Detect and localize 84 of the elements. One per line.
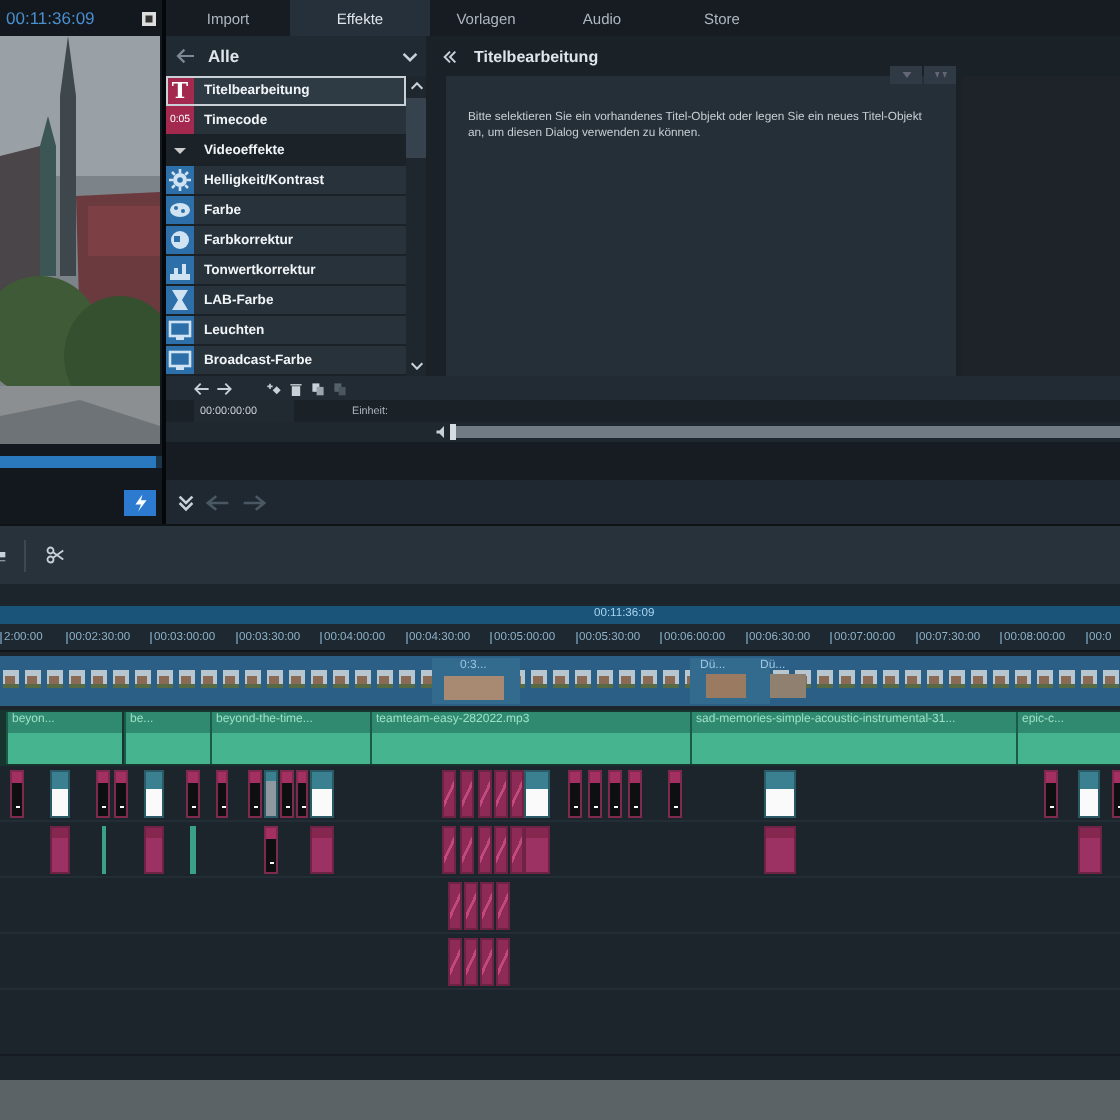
title-clip[interactable] <box>588 770 602 818</box>
image-clip[interactable] <box>764 770 796 818</box>
title-clip[interactable] <box>1044 770 1058 818</box>
trash-icon[interactable] <box>288 381 304 395</box>
cloud-icon <box>166 196 194 224</box>
triangle-icon <box>901 72 911 78</box>
effect-clip[interactable] <box>494 826 508 874</box>
preview-timecode: 00:11:36:09 <box>6 8 95 28</box>
effect-clip[interactable] <box>496 938 510 986</box>
add-keyframe-icon[interactable] <box>266 381 282 395</box>
histogram-icon <box>166 256 194 284</box>
marker-clip[interactable] <box>102 826 106 874</box>
effect-clip[interactable] <box>478 826 492 874</box>
color-clip[interactable] <box>144 826 164 874</box>
title-clip[interactable] <box>668 770 682 818</box>
photo-clip[interactable] <box>264 770 278 818</box>
title-icon: T <box>166 76 194 104</box>
effect-clip[interactable] <box>478 770 492 818</box>
title-clip[interactable] <box>248 770 262 818</box>
effect-clip[interactable] <box>442 826 456 874</box>
lightning-button[interactable] <box>124 490 156 516</box>
effect-clip[interactable] <box>464 938 478 986</box>
small-button[interactable] <box>924 66 956 84</box>
title-clip[interactable] <box>608 770 622 818</box>
scrollbar[interactable] <box>406 76 426 376</box>
effect-clip[interactable] <box>442 770 456 818</box>
back-arrow-icon[interactable] <box>176 48 196 64</box>
title-clip[interactable] <box>216 770 228 818</box>
expand-down-icon[interactable] <box>178 493 194 511</box>
color-clip[interactable] <box>50 826 70 874</box>
collapse-icon[interactable] <box>442 49 458 63</box>
title-clip[interactable] <box>296 770 308 818</box>
title-clip[interactable] <box>280 770 294 818</box>
slider-thumb[interactable] <box>450 424 456 440</box>
color-clip[interactable] <box>1078 826 1102 874</box>
color-clip[interactable] <box>764 826 796 874</box>
color-clip[interactable] <box>310 826 334 874</box>
monitor-icon <box>166 316 194 344</box>
title-clip[interactable] <box>568 770 582 818</box>
image-clip[interactable] <box>310 770 334 818</box>
scroll-thumb[interactable] <box>406 98 426 158</box>
scissors-icon[interactable] <box>46 546 64 564</box>
marker-clip[interactable] <box>190 826 196 874</box>
title-clip[interactable] <box>96 770 110 818</box>
paste-icon[interactable] <box>332 381 348 395</box>
double-triangle-icon <box>933 72 947 78</box>
effect-clip[interactable] <box>464 882 478 930</box>
color-clip[interactable] <box>524 826 550 874</box>
image-clip[interactable] <box>50 770 70 818</box>
scrollbar[interactable] <box>0 1080 1120 1120</box>
scroll-up-icon[interactable] <box>409 82 423 90</box>
effect-clip[interactable] <box>510 826 524 874</box>
scroll-down-icon[interactable] <box>409 362 423 370</box>
title-clip[interactable] <box>114 770 128 818</box>
lightning-icon <box>133 494 147 512</box>
image-clip[interactable] <box>144 770 164 818</box>
title-clip[interactable] <box>10 770 24 818</box>
panel-title: Titelbearbeitung <box>474 47 599 65</box>
title-clip[interactable] <box>264 826 278 874</box>
split-icon[interactable] <box>0 547 8 563</box>
small-button[interactable] <box>890 66 922 84</box>
effect-clip[interactable] <box>480 938 494 986</box>
copy-icon[interactable] <box>310 381 326 395</box>
gear-icon <box>166 166 194 194</box>
stop-icon[interactable] <box>142 11 156 25</box>
effect-clip[interactable] <box>448 938 462 986</box>
effect-clip[interactable] <box>460 770 474 818</box>
image-clip[interactable] <box>524 770 550 818</box>
slider[interactable] <box>450 426 1120 438</box>
effect-clip[interactable] <box>494 770 508 818</box>
hourglass-icon <box>166 286 194 314</box>
effect-clip[interactable] <box>460 826 474 874</box>
effect-clip[interactable] <box>448 882 462 930</box>
title-clip[interactable] <box>186 770 200 818</box>
image-clip[interactable] <box>1078 770 1100 818</box>
speaker-icon <box>436 426 446 438</box>
category-title: Alle <box>208 46 240 66</box>
effect-clip[interactable] <box>496 882 510 930</box>
monitor-icon <box>166 346 194 374</box>
dropdown-icon[interactable] <box>402 51 418 61</box>
globe-icon <box>166 226 194 254</box>
effect-clip[interactable] <box>510 770 524 818</box>
title-clip[interactable] <box>628 770 642 818</box>
effect-clip[interactable] <box>480 882 494 930</box>
